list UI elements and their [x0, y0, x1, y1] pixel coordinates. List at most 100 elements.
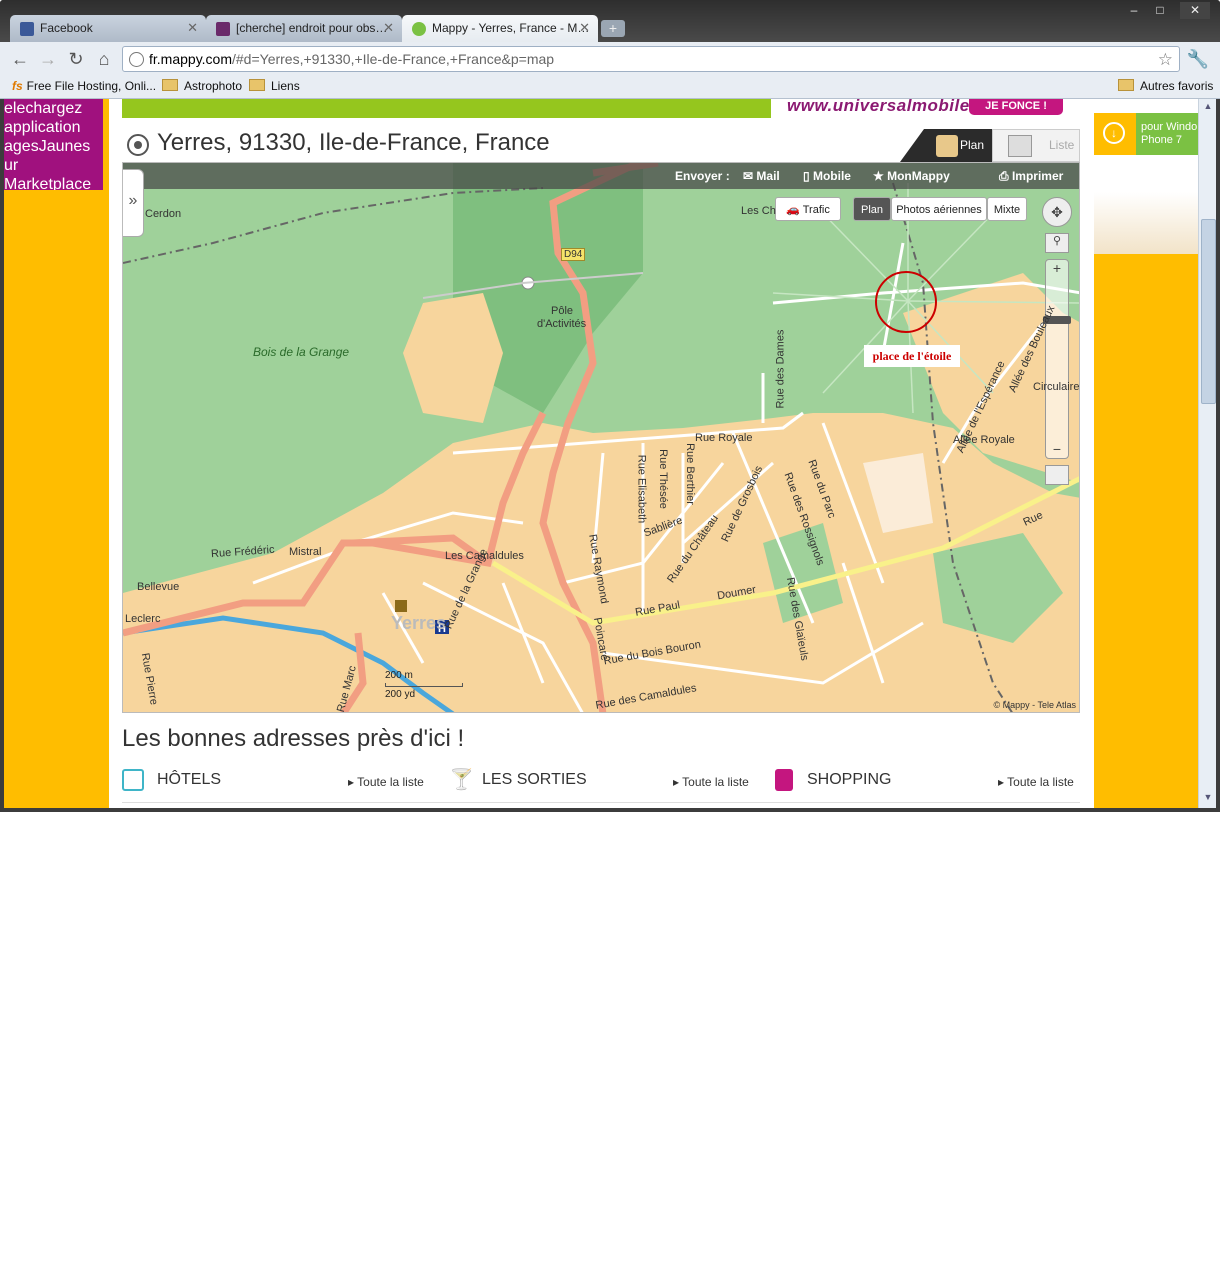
hotel-bed-icon [122, 769, 144, 791]
minimize-button[interactable]: – [1122, 2, 1146, 19]
page-title: Yerres, 91330, Ile-de-France, France [157, 129, 550, 156]
mode-aerial-photos[interactable]: Photos aériennes [891, 197, 987, 221]
shopping-bag-icon [775, 769, 793, 791]
scroll-down-icon[interactable]: ▼ [1201, 792, 1215, 806]
tab-label: Facebook [40, 21, 93, 35]
envoyer-label: Envoyer : [675, 169, 730, 183]
category-hotels[interactable]: HÔTELS [157, 771, 221, 789]
close-tab-icon[interactable]: ✕ [187, 20, 198, 36]
right-ad[interactable]: ↓ pour Windo Phone 7 [1094, 99, 1198, 254]
bookmark-other[interactable]: Autres favoris [1118, 79, 1213, 93]
map-label: Yerres [391, 613, 447, 633]
print-button[interactable]: ⎙ Imprimer [999, 169, 1063, 184]
globe-icon [129, 52, 144, 67]
category-sorties[interactable]: LES SORTIES [482, 771, 587, 789]
mobile-icon: ▯ [803, 169, 810, 183]
banner-text[interactable]: www.universalmobile.fr [787, 99, 988, 116]
back-arrow-icon[interactable]: ← [8, 47, 32, 71]
download-block: ↓ [1094, 113, 1136, 155]
scroll-up-icon[interactable]: ▲ [1201, 101, 1215, 115]
monmappy-button[interactable]: ★ MonMappy [873, 169, 950, 183]
browser-window: Facebook ✕ [cherche] endroit pour obs… ✕… [0, 0, 1220, 812]
mode-mixte[interactable]: Mixte [987, 197, 1027, 221]
folder-icon [249, 79, 265, 91]
map-label: Rue Elisabeth [635, 454, 648, 524]
fs-icon: fs [12, 79, 23, 93]
hotels-list-link[interactable]: ▸ Toute la liste [348, 775, 424, 789]
sidebar-expand-button[interactable]: » [123, 169, 144, 237]
map-label: Circulaire [1033, 381, 1080, 393]
bookmark-astrophoto[interactable]: Astrophoto [162, 79, 242, 93]
close-window-button[interactable]: ✕ [1180, 2, 1210, 19]
tab-facebook[interactable]: Facebook ✕ [10, 15, 206, 43]
left-ad[interactable]: elechargez application agesJaunes ur Mar… [4, 99, 103, 190]
star-icon: ★ [873, 169, 884, 183]
scrollbar-thumb[interactable] [1201, 219, 1216, 404]
zoom-control: ✥ ⚲ + − [1041, 197, 1073, 487]
download-icon: ↓ [1103, 122, 1125, 144]
map-scale: 200 m 200 yd [385, 670, 463, 700]
shopping-list-link[interactable]: ▸ Toute la liste [998, 775, 1074, 789]
location-target-icon [127, 134, 149, 156]
home-icon[interactable]: ⌂ [92, 47, 116, 71]
list-view-tab[interactable]: Liste [992, 129, 1080, 162]
map-label: Rue Royale [695, 432, 753, 444]
bookmark-liens[interactable]: Liens [249, 79, 300, 93]
right-ad-text: pour Windo Phone 7 [1136, 113, 1198, 155]
bookmark-freefilehosting[interactable]: fs Free File Hosting, Onli... [12, 79, 156, 93]
minimap-icon[interactable] [1045, 465, 1069, 485]
pan-control-icon[interactable]: ✥ [1042, 197, 1072, 227]
reload-icon[interactable]: ↻ [64, 47, 88, 71]
map-toolbar: Envoyer : ✉ Mail ▯ Mobile ★ MonMappy ⎙ I… [123, 163, 1079, 189]
folder-icon [1118, 79, 1134, 91]
mode-plan[interactable]: Plan [853, 197, 891, 221]
map-copyright: © Mappy - Tele Atlas [993, 700, 1076, 710]
maximize-button[interactable]: □ [1148, 2, 1172, 19]
tab-label: [cherche] endroit pour obs… [236, 21, 388, 35]
map-label: Rue Berthier [683, 443, 696, 505]
page-scrollbar[interactable]: ▲ ▼ [1198, 99, 1216, 808]
map-label: Pôle [551, 305, 574, 317]
banner-button[interactable]: JE FONCE ! [969, 99, 1063, 115]
address-bar[interactable]: fr.mappy.com/#d=Yerres,+91330,+Ile-de-Fr… [122, 46, 1180, 72]
forum-favicon-icon [216, 22, 230, 36]
mappy-favicon-icon [412, 22, 426, 36]
zoom-in-icon[interactable]: + [1046, 260, 1068, 276]
printer-icon: ⎙ [999, 169, 1009, 183]
map-canvas[interactable]: H Envoyer : ✉ Mail ▯ Mobile ★ MonMappy ⎙… [122, 162, 1080, 713]
mail-icon: ✉ [743, 169, 754, 183]
close-tab-icon[interactable]: ✕ [383, 20, 394, 36]
zoom-lock-icon[interactable]: ⚲ [1045, 233, 1069, 253]
divider [122, 802, 1080, 803]
map-label: Rue Thésée [656, 449, 669, 509]
scale-bar [385, 683, 463, 687]
map-label: Cerdon [145, 208, 182, 220]
map-label: Bois de la Grange [253, 345, 350, 359]
wrench-icon[interactable]: 🔧 [1186, 47, 1210, 71]
sorties-list-link[interactable]: ▸ Toute la liste [673, 775, 749, 789]
close-tab-icon[interactable]: ✕ [579, 20, 590, 36]
tab-forum[interactable]: [cherche] endroit pour obs… ✕ [206, 15, 402, 43]
category-shopping[interactable]: SHOPPING [807, 771, 891, 789]
annotation-label: place de l'étoile [864, 345, 960, 367]
traffic-button[interactable]: 🚗 Trafic [775, 197, 841, 221]
tab-label: Mappy - Yerres, France - M… [432, 21, 590, 35]
zoom-slider[interactable]: + − [1043, 259, 1071, 459]
view-toggle: Plan Liste [884, 129, 1080, 162]
section-title: Les bonnes adresses près d'ici ! [122, 725, 465, 752]
tab-mappy[interactable]: Mappy - Yerres, France - M… ✕ [402, 15, 598, 43]
banner-ad[interactable] [122, 99, 771, 118]
forward-arrow-icon[interactable]: → [36, 47, 60, 71]
bookmark-star-icon[interactable]: ☆ [1158, 48, 1173, 72]
new-tab-button[interactable]: + [601, 20, 625, 37]
map-label: Rue des Dames [774, 329, 787, 409]
mail-button[interactable]: ✉ Mail [743, 169, 780, 183]
mobile-button[interactable]: ▯ Mobile [803, 169, 851, 183]
car-icon: 🚗 [786, 204, 800, 216]
page-content: www.universalmobile.fr JE FONCE ! Yerres… [109, 99, 1094, 808]
map-label: Leclerc [125, 613, 161, 625]
plan-label: Plan [960, 138, 985, 152]
bookmarks-bar: fs Free File Hosting, Onli... Astrophoto … [0, 76, 1220, 99]
zoom-out-icon[interactable]: − [1046, 442, 1068, 456]
map-label: Bellevue [137, 581, 180, 593]
